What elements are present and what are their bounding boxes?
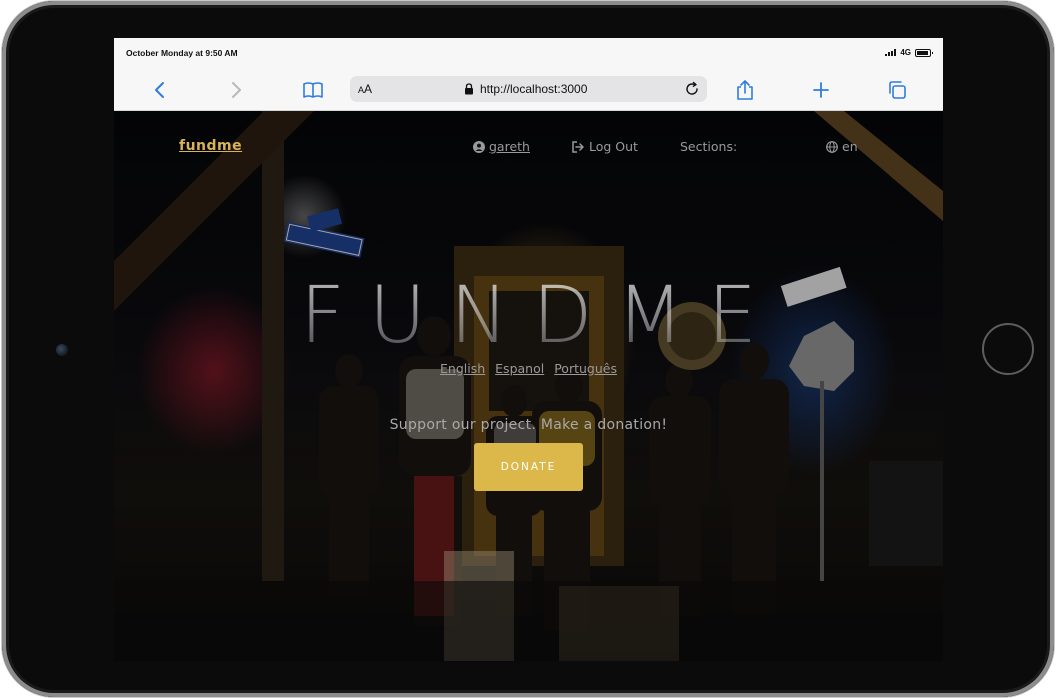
user-menu[interactable]: gareth [473,139,530,154]
home-button[interactable] [982,323,1034,375]
bookmarks-icon[interactable] [301,78,325,102]
tablet-screen: October Monday at 9:50 AM 4G AA http://l… [114,38,943,661]
language-link-espanol[interactable]: Espanol [495,361,544,376]
reader-mode-label: A [364,82,373,96]
address-bar[interactable]: AA http://localhost:3000 [350,76,707,102]
tabs-overview-icon[interactable] [885,78,909,102]
language-link-english[interactable]: English [440,361,485,376]
reload-icon[interactable] [683,80,701,98]
brand-link[interactable]: fundme [179,138,242,154]
globe-icon [826,140,838,153]
language-link-portugues[interactable]: Português [554,361,617,376]
status-indicators: 4G [885,48,933,57]
url-text[interactable]: http://localhost:3000 [480,82,587,96]
donate-button[interactable]: DONATE [474,443,583,491]
new-tab-icon[interactable] [809,78,833,102]
language-code: en [842,139,858,154]
front-camera [56,344,68,356]
user-name: gareth [489,139,530,154]
browser-toolbar: AA http://localhost:3000 [114,70,943,111]
share-icon[interactable] [733,78,757,102]
site-navbar: fundme gareth Log Out Sections: en [114,111,943,181]
signal-strength-icon [885,49,897,56]
status-time: October Monday at 9:50 AM [126,48,238,58]
back-icon[interactable] [148,78,172,102]
hero-title: FUNDME [114,271,943,361]
sections-dropdown[interactable]: Sections: [680,139,737,154]
hero-tagline: Support our project. Make a donation! [389,417,668,433]
logout-icon [572,140,584,153]
logout-link[interactable]: Log Out [572,139,638,154]
language-links: English Espanol Português [114,361,943,376]
reader-mode-button[interactable]: AA [358,82,372,96]
forward-icon[interactable] [224,78,248,102]
logout-label: Log Out [589,139,638,154]
language-selector[interactable]: en [826,139,858,154]
sections-label: Sections: [680,139,738,154]
user-icon [473,140,485,153]
webpage-hero: fundme gareth Log Out Sections: en FUNDM… [114,111,943,661]
battery-icon [915,48,933,57]
network-type: 4G [900,48,911,57]
status-bar: October Monday at 9:50 AM 4G [114,38,943,70]
hero-dim-overlay [114,111,943,661]
lock-icon [465,83,473,95]
